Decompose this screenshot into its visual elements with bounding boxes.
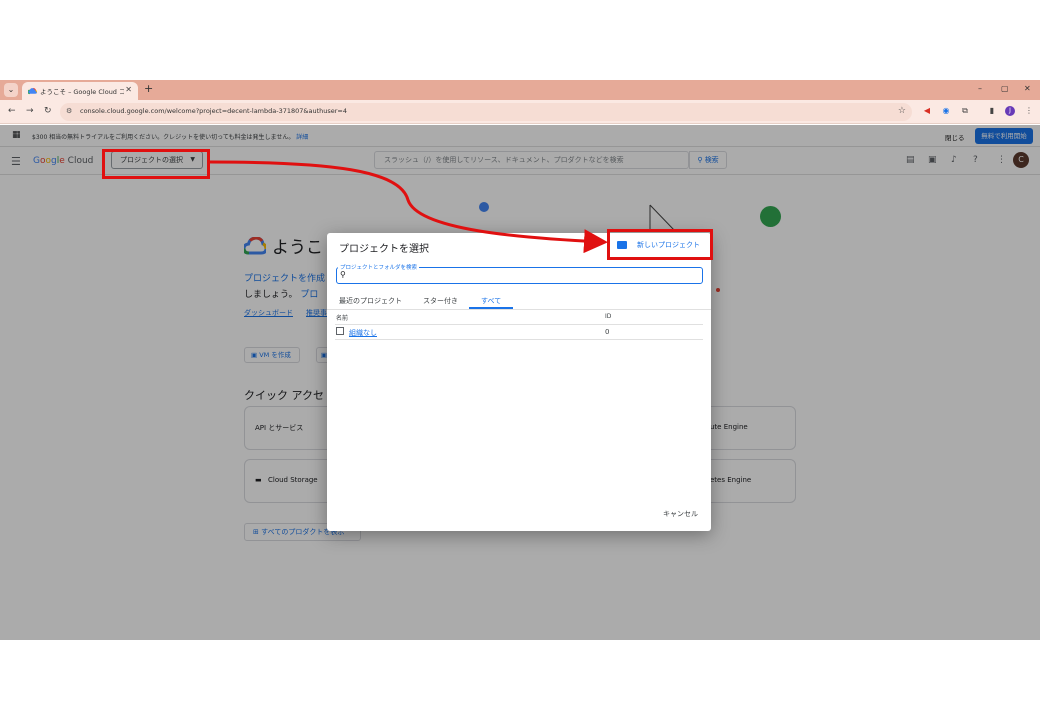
screenshot: ⌄ ようこそ – Google Cloud コンソール ✕ + – ▢ ✕ ← … — [0, 80, 1040, 640]
annotation-arrow — [209, 160, 608, 254]
